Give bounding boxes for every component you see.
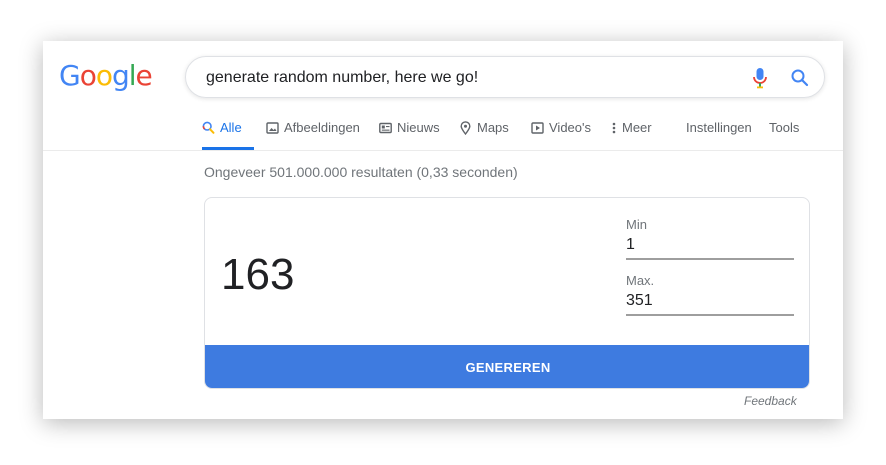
max-input[interactable] bbox=[626, 292, 794, 316]
result-stats: Ongeveer 501.000.000 resultaten (0,33 se… bbox=[204, 164, 518, 180]
max-field: Max. bbox=[626, 273, 794, 316]
search-input[interactable] bbox=[204, 66, 728, 90]
tab-meer[interactable]: Meer bbox=[611, 120, 652, 150]
tab-label: Maps bbox=[477, 120, 509, 135]
browser-page: Google generate random number, here we g… bbox=[43, 41, 843, 419]
tab-videos[interactable]: Video's bbox=[531, 120, 591, 150]
generate-button[interactable]: GENEREREN bbox=[205, 345, 809, 388]
tab-afbeeldingen[interactable]: Afbeeldingen bbox=[266, 120, 360, 150]
tab-maps[interactable]: Maps bbox=[459, 120, 509, 150]
search-icon bbox=[202, 121, 215, 135]
search-bar bbox=[185, 56, 825, 98]
tab-alle[interactable]: Alle bbox=[202, 120, 254, 150]
random-number-result: 163 bbox=[221, 250, 295, 299]
tab-label: Video's bbox=[549, 120, 591, 135]
feedback-link[interactable]: Feedback bbox=[744, 394, 797, 408]
tab-label: Meer bbox=[622, 120, 652, 135]
min-label: Min bbox=[626, 217, 647, 232]
search-tabs: Alle Afbeeldingen Nieuws Maps Video's Me… bbox=[43, 110, 843, 151]
logo-letter: l bbox=[128, 59, 137, 92]
play-icon bbox=[531, 121, 544, 135]
google-logo[interactable]: Google bbox=[59, 59, 153, 92]
logo-letter: g bbox=[111, 59, 130, 92]
microphone-icon[interactable] bbox=[752, 67, 768, 89]
tab-instellingen[interactable]: Instellingen bbox=[686, 120, 752, 150]
tab-label: Nieuws bbox=[397, 120, 440, 135]
logo-letter: e bbox=[135, 59, 153, 92]
image-icon bbox=[266, 121, 279, 135]
map-pin-icon bbox=[459, 121, 472, 136]
min-input[interactable] bbox=[626, 236, 794, 260]
max-label: Max. bbox=[626, 273, 655, 288]
tab-tools[interactable]: Tools bbox=[769, 120, 799, 150]
search-icon[interactable] bbox=[790, 68, 810, 88]
logo-letter: o bbox=[95, 59, 113, 92]
tab-label: Tools bbox=[769, 120, 800, 135]
tab-label: Instellingen bbox=[686, 120, 752, 135]
logo-letter: G bbox=[59, 59, 81, 92]
tab-label: Afbeeldingen bbox=[284, 120, 360, 135]
random-number-generator: 163 Min Max. GENEREREN bbox=[204, 197, 810, 389]
logo-letter: o bbox=[79, 59, 97, 92]
tab-nieuws[interactable]: Nieuws bbox=[379, 120, 440, 150]
more-vertical-icon bbox=[611, 121, 617, 135]
tab-label: Alle bbox=[220, 120, 242, 135]
min-field: Min bbox=[626, 217, 794, 260]
news-icon bbox=[379, 121, 392, 135]
